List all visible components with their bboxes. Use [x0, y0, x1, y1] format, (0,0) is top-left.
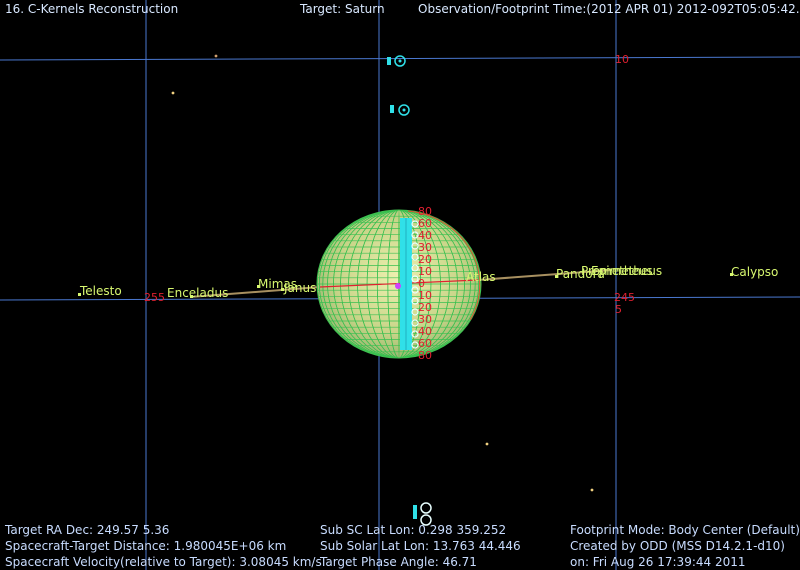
latitude-label: 80 — [418, 205, 432, 218]
latitude-label: 20 — [418, 253, 432, 266]
dec-label-5: 5 — [615, 303, 622, 316]
moon-label-atlas: Atlas — [466, 270, 496, 284]
star — [485, 442, 489, 446]
target-label: Target: Saturn — [300, 2, 385, 16]
subsc-point — [395, 283, 401, 289]
info-footprint-mode: Footprint Mode: Body Center (Default) — [570, 523, 800, 537]
ra-label-245: 245 — [614, 291, 635, 304]
info-created-on: on: Fri Aug 26 17:39:44 2011 — [570, 555, 746, 569]
latitude-label: 30 — [418, 313, 432, 326]
dec-label-10: 10 — [615, 53, 629, 66]
info-velocity: Spacecraft Velocity(relative to Target):… — [5, 555, 322, 569]
moon-label-janus: Janus — [284, 281, 317, 295]
info-sub-solar: Sub Solar Lat Lon: 13.763 44.446 — [320, 539, 521, 553]
ra-label-255: 255 — [144, 291, 165, 304]
star — [590, 488, 594, 492]
moon-label-enceladus: Enceladus — [167, 286, 229, 300]
latitude-label: 60 — [418, 337, 432, 350]
latitude-label: 60 — [418, 217, 432, 230]
latitude-label: 0 — [418, 277, 425, 290]
info-created-by: Created by ODD (MSS D14.2.1-d10) — [570, 539, 785, 553]
latitude-label: 30 — [418, 241, 432, 254]
latitude-label: 10 — [418, 265, 432, 278]
latitude-label: 20 — [418, 301, 432, 314]
star — [171, 91, 175, 95]
spacecraft-marker-top — [387, 55, 406, 67]
info-sub-sc: Sub SC Lat Lon: 0.298 359.252 — [320, 523, 507, 537]
info-distance: Spacecraft-Target Distance: 1.980045E+06… — [5, 539, 287, 553]
latitude-label: 80 — [418, 349, 432, 362]
latitude-label: 10 — [418, 289, 432, 302]
moon-label-calypso: Calypso — [731, 265, 779, 279]
latitude-label: 40 — [418, 229, 432, 242]
moon-label-epimetheus: Epimetheus — [591, 264, 663, 278]
spacecraft-marker-2 — [390, 104, 410, 116]
observation-time: Observation/Footprint Time:(2012 APR 01)… — [418, 2, 800, 16]
info-phase-angle: Target Phase Angle: 46.71 — [320, 555, 477, 569]
moon-label-telesto: Telesto — [80, 284, 122, 298]
latitude-label: 40 — [418, 325, 432, 338]
footprint-strip — [400, 218, 412, 350]
info-ra-dec: Target RA Dec: 249.57 5.36 — [5, 523, 170, 537]
star — [214, 54, 218, 58]
spacecraft-marker-bottom — [413, 502, 432, 526]
window-title: 16. C-Kernels Reconstruction — [5, 2, 179, 16]
